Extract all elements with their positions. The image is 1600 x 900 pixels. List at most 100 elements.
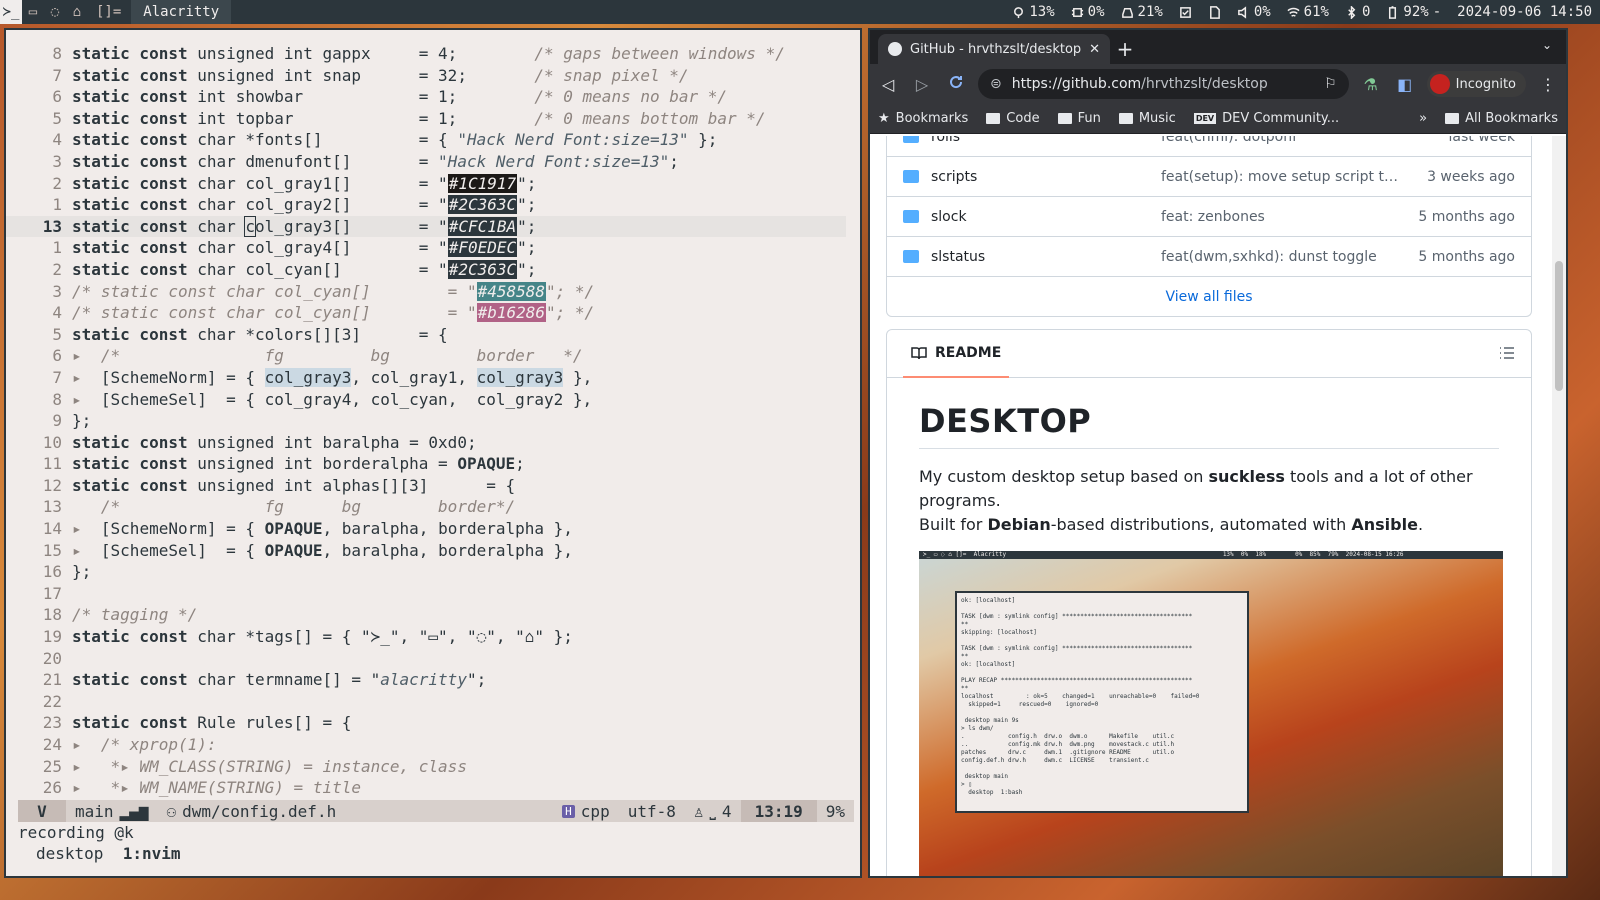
commit-message[interactable]: feat(chmi): dotponf — [1161, 136, 1449, 145]
line-text[interactable] — [72, 691, 846, 713]
line-text[interactable]: static const char termname[] = "alacritt… — [72, 669, 846, 691]
bookmark-bookmarks[interactable]: ★ Bookmarks — [878, 111, 968, 126]
code-line[interactable]: 11 static const unsigned int borderalpha … — [6, 453, 846, 475]
file-name[interactable]: scripts — [931, 169, 977, 185]
line-text[interactable]: static const unsigned int borderalpha = … — [72, 453, 846, 475]
bookmarks-overflow[interactable]: » — [1419, 111, 1427, 126]
file-row[interactable]: slock feat: zenbones 5 months ago — [887, 196, 1531, 236]
incognito-badge[interactable]: Incognito — [1426, 71, 1526, 97]
code-line[interactable]: 13 /* fg bg border*/ — [6, 496, 846, 518]
code-line[interactable]: 13 static const char col_gray3[] = "#CFC1… — [6, 215, 846, 238]
line-text[interactable]: /* tagging */ — [72, 604, 846, 626]
code-line[interactable]: 17 — [6, 583, 846, 605]
tmux-session[interactable]: desktop — [36, 844, 103, 863]
line-text[interactable]: static const char *fonts[] = { "Hack Ner… — [72, 129, 846, 151]
line-text[interactable]: static const int topbar = 1; /* 0 means … — [72, 108, 846, 130]
line-text[interactable]: static const char col_cyan[] = "#2C363C"… — [72, 259, 846, 281]
line-text[interactable]: ▸ [SchemeNorm] = { OPAQUE, baralpha, bor… — [72, 518, 846, 540]
line-text[interactable]: /* fg bg border*/ — [72, 496, 846, 518]
commit-message[interactable]: feat(dwm,sxhkd): dunst toggle — [1161, 249, 1418, 265]
browser-tab[interactable]: GitHub - hrvthzslt/desktop: ✕ — [878, 34, 1110, 64]
line-text[interactable]: static const char col_gray1[] = "#1C1917… — [72, 173, 846, 195]
desktop-screenshot[interactable]: ≻_ ▭ ◌ ⌂ []= Alacritty 13% 0% 18% 0% 85%… — [919, 551, 1503, 876]
code-line[interactable]: 8 ▸ [SchemeSel] = { col_gray4, col_cyan, … — [6, 389, 846, 411]
bookmark-code[interactable]: Code — [986, 111, 1040, 126]
tag-home[interactable]: ⌂ — [66, 0, 88, 24]
code-line[interactable]: 8 static const unsigned int gappx = 4; /*… — [6, 43, 846, 65]
code-line[interactable]: 10 static const unsigned int baralpha = 0… — [6, 432, 846, 454]
file-row[interactable]: scripts feat(setup): move setup script t… — [887, 156, 1531, 196]
commit-message[interactable]: feat(setup): move setup script to m... — [1161, 169, 1427, 185]
line-text[interactable]: static const char *tags[] = { "≻_", "▭",… — [72, 626, 846, 648]
side-panel-icon[interactable]: ◧ — [1393, 75, 1417, 94]
code-line[interactable]: 21 static const char termname[] = "alacri… — [6, 669, 846, 691]
reload-button[interactable] — [944, 74, 968, 94]
line-text[interactable]: ▸ [SchemeNorm] = { col_gray3, col_gray1,… — [72, 367, 846, 389]
tab-search-icon[interactable]: ⌄ — [1542, 38, 1552, 52]
code-line[interactable]: 19 static const char *tags[] = { "≻_", "▭… — [6, 626, 846, 648]
line-text[interactable]: ▸ *▸ WM_NAME(STRING) = title — [72, 777, 846, 799]
readme-tab[interactable]: README — [903, 330, 1010, 378]
code-line[interactable]: 12 static const unsigned int alphas[][3] … — [6, 475, 846, 497]
line-text[interactable]: ▸ *▸ WM_CLASS(STRING) = instance, class — [72, 756, 846, 778]
tmux-window[interactable]: 1:nvim — [123, 844, 181, 863]
line-text[interactable]: }; — [72, 410, 846, 432]
address-bar[interactable]: ⊜ https://github.com/hrvthzslt/desktop ⚐ — [978, 69, 1349, 99]
code-line[interactable]: 4 /* static const char col_cyan[] = "#b16… — [6, 302, 846, 324]
bluetooth-status[interactable]: 0 — [1337, 4, 1378, 20]
terminal-window[interactable]: 8 static const unsigned int gappx = 4; /*… — [4, 28, 862, 878]
line-text[interactable]: static const char col_gray3[] = "#CFC1BA… — [72, 215, 846, 238]
labs-icon[interactable]: ⚗ — [1359, 75, 1383, 94]
line-text[interactable]: static const Rule rules[] = { — [72, 712, 846, 734]
scrollbar-thumb[interactable] — [1555, 261, 1563, 391]
tag-window[interactable]: ▭ — [22, 0, 44, 24]
layout-indicator[interactable]: []= — [88, 4, 129, 20]
file-name[interactable]: rolls — [931, 136, 960, 145]
code-line[interactable]: 18 /* tagging */ — [6, 604, 846, 626]
tag-terminal[interactable]: ≻_ — [0, 0, 22, 24]
code-line[interactable]: 20 — [6, 648, 846, 670]
line-text[interactable]: static const int showbar = 1; /* 0 means… — [72, 86, 846, 108]
bookmark-music[interactable]: Music — [1118, 111, 1176, 126]
bookmark-fun[interactable]: Fun — [1057, 111, 1101, 126]
bookmark-dev[interactable]: DEV DEV Community... — [1193, 111, 1339, 126]
code-line[interactable]: 5 static const int topbar = 1; /* 0 means… — [6, 108, 846, 130]
code-line[interactable]: 6 ▸ /* fg bg border */ — [6, 345, 846, 367]
code-line[interactable]: 3 static const char dmenufont[] = "Hack N… — [6, 151, 846, 173]
site-info-icon[interactable]: ⊜ — [990, 76, 1002, 92]
line-text[interactable]: static const char dmenufont[] = "Hack Ne… — [72, 151, 846, 173]
code-line[interactable]: 9}; — [6, 410, 846, 432]
line-text[interactable]: static const unsigned int gappx = 4; /* … — [72, 43, 846, 65]
line-text[interactable]: ▸ [SchemeSel] = { OPAQUE, baralpha, bord… — [72, 540, 846, 562]
line-text[interactable]: static const char *colors[][3] = { — [72, 324, 846, 346]
menu-icon[interactable]: ⋮ — [1536, 75, 1560, 94]
code-line[interactable]: 16}; — [6, 561, 846, 583]
forward-button[interactable]: ▷ — [910, 75, 934, 94]
line-text[interactable]: static const char col_gray4[] = "#F0EDEC… — [72, 237, 846, 259]
code-line[interactable]: 14 ▸ [SchemeNorm] = { OPAQUE, baralpha, b… — [6, 518, 846, 540]
line-text[interactable]: /* static const char col_cyan[] = "#4585… — [72, 281, 846, 303]
wifi-status[interactable]: 61% — [1279, 4, 1337, 20]
bookmark-star-icon[interactable]: ⚐ — [1324, 76, 1337, 92]
line-text[interactable]: static const char col_gray2[] = "#2C363C… — [72, 194, 846, 216]
code-line[interactable]: 22 — [6, 691, 846, 713]
browser-window[interactable]: GitHub - hrvthzslt/desktop: ✕ + ⌄ ◁ ▷ ⊜ … — [868, 28, 1568, 878]
view-all-files-link[interactable]: View all files — [887, 276, 1531, 316]
file-row[interactable]: rolls feat(chmi): dotponf last week — [887, 136, 1531, 156]
file-name[interactable]: slock — [931, 209, 967, 225]
file-row[interactable]: slstatus feat(dwm,sxhkd): dunst toggle 5… — [887, 236, 1531, 276]
code-line[interactable]: 26 ▸ *▸ WM_NAME(STRING) = title — [6, 777, 846, 799]
line-text[interactable]: ▸ /* fg bg border */ — [72, 345, 846, 367]
code-line[interactable]: 5 static const char *colors[][3] = { — [6, 324, 846, 346]
line-text[interactable]: ▸ /* xprop(1): — [72, 734, 846, 756]
tag-chat[interactable]: ◌ — [44, 0, 66, 24]
code-line[interactable]: 7 static const unsigned int snap = 32; /*… — [6, 65, 846, 87]
github-page[interactable]: rolls feat(chmi): dotponf last week scri… — [870, 136, 1556, 876]
code-line[interactable]: 25 ▸ *▸ WM_CLASS(STRING) = instance, clas… — [6, 756, 846, 778]
line-text[interactable] — [72, 583, 846, 605]
line-text[interactable] — [72, 648, 846, 670]
code-line[interactable]: 6 static const int showbar = 1; /* 0 mean… — [6, 86, 846, 108]
new-tab-button[interactable]: + — [1110, 34, 1140, 64]
code-line[interactable]: 1 static const char col_gray2[] = "#2C363… — [6, 194, 846, 216]
code-line[interactable]: 24 ▸ /* xprop(1): — [6, 734, 846, 756]
